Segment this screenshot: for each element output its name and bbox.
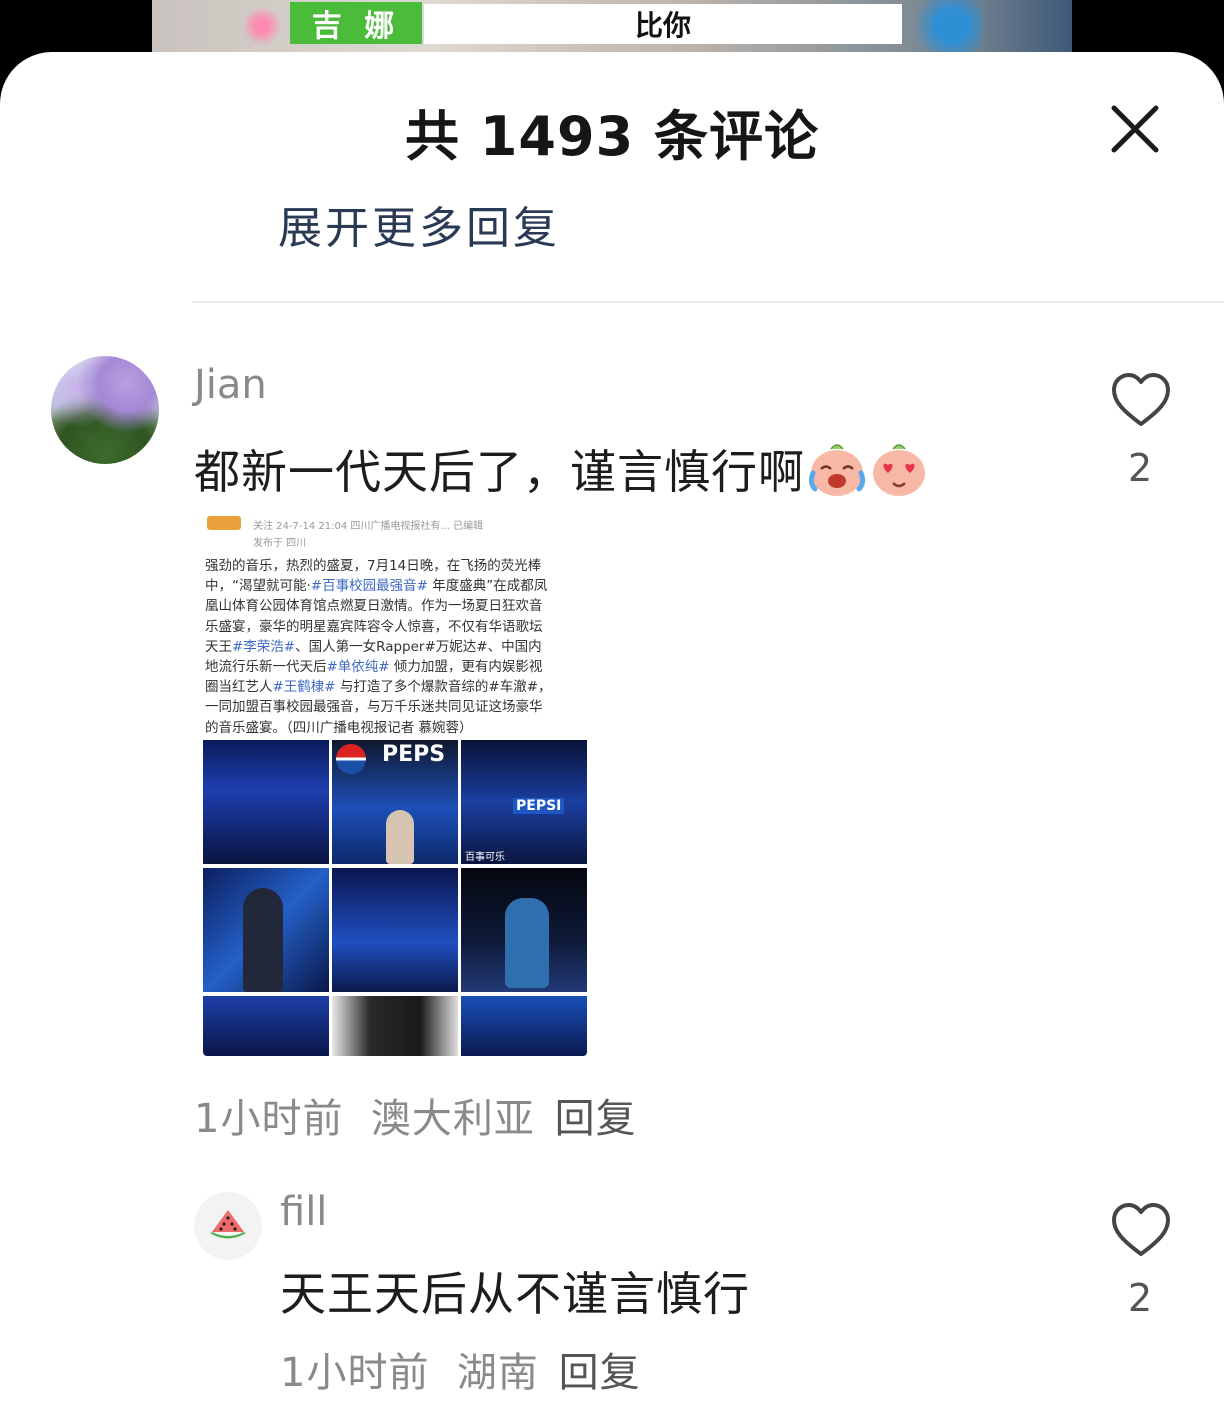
image-article-line: 地流行乐新一代天后#单依纯# 倾力加盟，更有内娱影视 [205, 657, 585, 677]
avatar[interactable] [51, 356, 159, 464]
broadcaster-logo-icon [207, 516, 241, 530]
reply-text: 天王天后从不谨言慎行 [280, 1267, 750, 1321]
comments-sheet: 共 1493 条评论 展开更多回复 Jian 都新一代天后了，谨言慎行啊 2 关… [0, 52, 1224, 1426]
reply-username[interactable]: fill [280, 1189, 327, 1235]
video-decoration [242, 0, 282, 52]
comment-location: 澳大利亚 [370, 1096, 535, 1142]
article-text: 的音乐盛宴。（四川广播电视报记者 慕婉蓉） [205, 719, 473, 736]
image-article-line: 一同加盟百事校园最强音，与万千乐迷共同见证这场豪华 [205, 697, 585, 717]
photo-tile [461, 996, 587, 1056]
photo-tile [332, 868, 458, 992]
article-hashtag: #单依纯# [326, 659, 390, 676]
close-icon[interactable] [1106, 100, 1164, 158]
photo-tile [203, 868, 329, 992]
crying-laughing-sticker-icon [808, 444, 866, 496]
photo-tile-caption: 百事可乐 [465, 852, 505, 863]
guitarist-figure [505, 898, 549, 988]
article-text: 圈当红艺人 [205, 679, 273, 696]
article-text: 强劲的音乐，热烈的盛夏，7月14日晚，在飞扬的荧光棒 [205, 558, 542, 574]
comment-username[interactable]: Jian [194, 362, 267, 408]
article-text: 、国人第一女Rapper#万妮达#、中国内 [295, 638, 542, 655]
heart-icon[interactable] [1108, 1198, 1174, 1264]
avatar[interactable] [194, 1192, 262, 1260]
like-count: 2 [1128, 1276, 1153, 1320]
reply-location: 湖南 [456, 1350, 539, 1396]
photo-tile-text: PEPS [382, 742, 446, 767]
article-text: 凰山体育公园体育馆点燃夏日激情。作为一场夏日狂欢音 [205, 598, 543, 615]
reply-button[interactable]: 回复 [555, 1096, 637, 1142]
watermelon-icon [210, 1210, 246, 1239]
image-post-header: 关注 24-7-14 21:04 四川广播电视报社有... 已编辑 发布于 四川 [203, 510, 587, 550]
speaker-figure [243, 888, 283, 992]
article-hashtag: #百事校园最强音# [310, 578, 428, 595]
image-photo-grid: PEPS PEPSI 百事可乐 [203, 740, 587, 1056]
article-text: 中，“渴望就可能· [205, 578, 311, 595]
photo-tile [203, 996, 329, 1056]
video-decoration [904, 0, 984, 52]
image-article-line: 天王#李荣浩#、国人第一女Rapper#万妮达#、中国内 [205, 637, 585, 657]
comment-body: 都新一代天后了，谨言慎行啊 [194, 436, 929, 502]
photo-tile: PEPS [332, 740, 458, 864]
article-text: 一同加盟百事校园最强音，与万千乐迷共同见证这场豪华 [205, 699, 543, 716]
article-text: 与打造了多个爆款音综的#车澈#， [335, 679, 552, 696]
video-preview[interactable]: 吉 娜 比你 [152, 0, 1072, 52]
comment-image-attachment[interactable]: 关注 24-7-14 21:04 四川广播电视报社有... 已编辑 发布于 四川… [203, 510, 587, 1056]
image-article-line: 圈当红艺人#王鹤棣# 与打造了多个爆款音综的#车澈#， [205, 677, 585, 697]
reply-time: 1小时前 [280, 1350, 430, 1396]
reply-button[interactable]: 回复 [559, 1350, 641, 1396]
image-post-location: 发布于 四川 [253, 538, 307, 549]
heart-icon[interactable] [1108, 368, 1174, 434]
image-article-line: 乐盛宴，豪华的明星嘉宾阵容令人惊喜，不仅有华语歌坛 [205, 617, 585, 637]
photo-tile [332, 996, 458, 1056]
heart-eyes-sticker-icon [873, 444, 925, 496]
video-name-tag: 吉 娜 [290, 2, 422, 44]
image-post-meta: 关注 24-7-14 21:04 四川广播电视报社有... 已编辑 [253, 521, 484, 532]
comment-time: 1小时前 [194, 1096, 344, 1142]
image-post-article: 强劲的音乐，热烈的盛夏，7月14日晚，在飞扬的荧光棒 中，“渴望就可能·#百事校园… [205, 556, 585, 738]
photo-tile [203, 740, 329, 864]
like-count: 2 [1128, 446, 1153, 490]
singer-figure [386, 810, 414, 864]
article-hashtag: #王鹤棣# [272, 679, 336, 696]
photo-tile: PEPSI 百事可乐 [461, 740, 587, 864]
image-article-line: 的音乐盛宴。（四川广播电视报记者 慕婉蓉） [205, 718, 585, 738]
photo-tile-text: PEPSI [513, 798, 565, 814]
article-text: 地流行乐新一代天后 [205, 659, 327, 676]
comments-count-title: 共 1493 条评论 [405, 105, 819, 168]
divider [192, 301, 1224, 303]
pepsi-logo-icon [336, 744, 366, 774]
article-text: 倾力加盟，更有内娱影视 [389, 659, 543, 676]
image-article-line: 凰山体育公园体育馆点燃夏日激情。作为一场夏日狂欢音 [205, 596, 585, 616]
image-article-line: 强劲的音乐，热烈的盛夏，7月14日晚，在飞扬的荧光棒 [205, 556, 585, 576]
article-text: 乐盛宴，豪华的明星嘉宾阵容令人惊喜，不仅有华语歌坛 [205, 618, 543, 635]
video-lyric-subtitle: 比你 [424, 4, 902, 44]
comment-text: 都新一代天后了，谨言慎行啊 [194, 445, 805, 499]
article-text: 年度盛典”在成都凤 [427, 578, 548, 595]
reply-meta: 1小时前 湖南 回复 [280, 1340, 641, 1398]
image-article-line: 中，“渴望就可能·#百事校园最强音# 年度盛典”在成都凤 [205, 576, 585, 596]
expand-more-replies-link[interactable]: 展开更多回复 [278, 192, 560, 256]
article-text: 天王 [205, 638, 232, 655]
photo-tile [461, 868, 587, 992]
article-hashtag: #李荣浩# [232, 638, 296, 655]
comment-meta: 1小时前 澳大利亚 回复 [194, 1086, 637, 1144]
